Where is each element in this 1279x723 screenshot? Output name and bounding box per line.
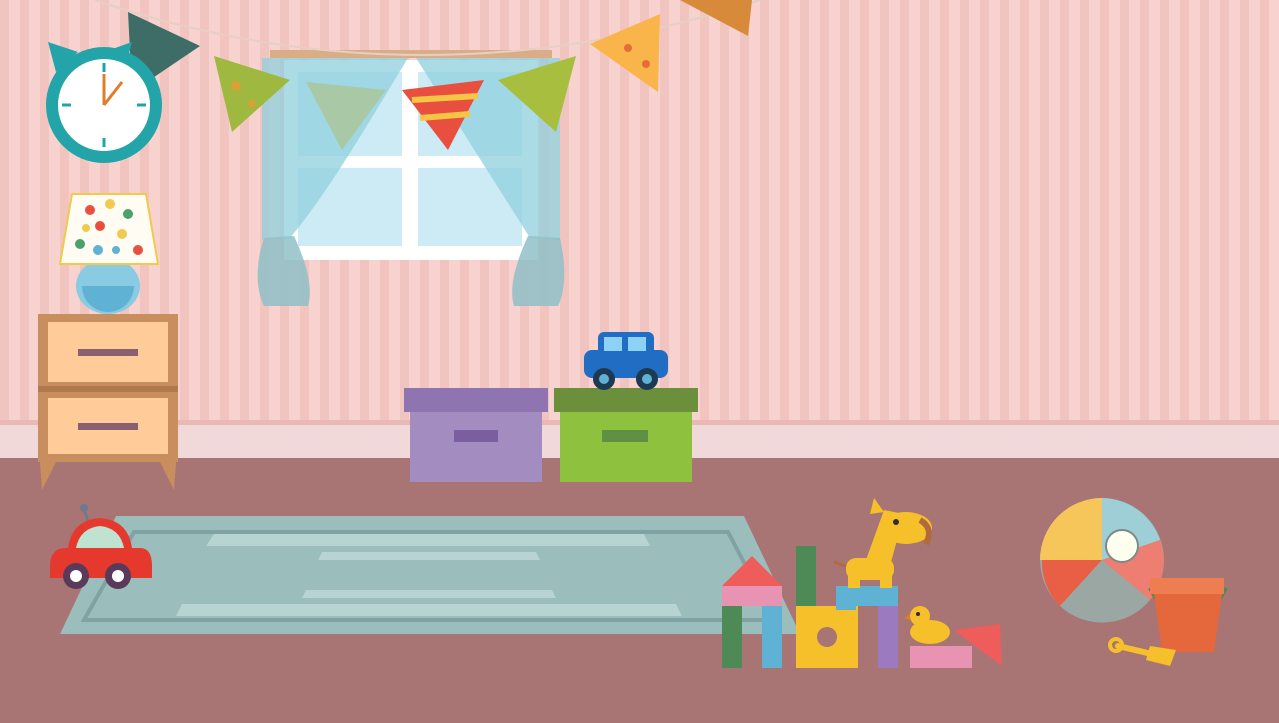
storage-box-purple [404, 388, 548, 482]
beach-ball [1040, 498, 1164, 623]
playroom-scene [0, 0, 1279, 723]
sand-bucket [1148, 578, 1228, 652]
storage-box-green [554, 388, 698, 482]
floor-rug [60, 516, 800, 634]
